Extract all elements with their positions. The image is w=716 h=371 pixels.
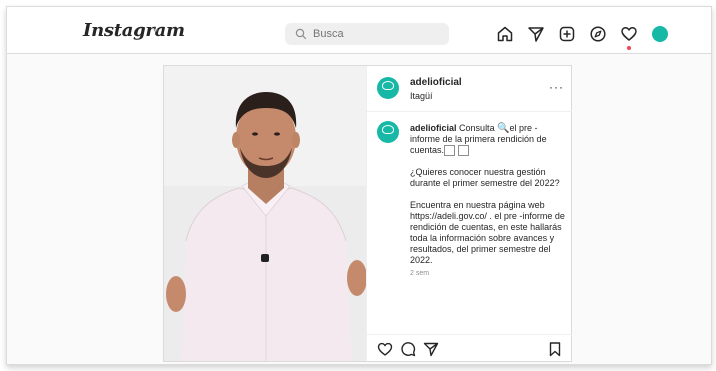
search-icon — [295, 28, 307, 40]
post-header: adelioficial Itagüí ··· — [367, 66, 572, 112]
author-avatar[interactable] — [377, 77, 399, 99]
more-options-icon[interactable]: ··· — [549, 80, 564, 94]
nav-icons — [494, 23, 680, 50]
home-icon[interactable] — [494, 23, 516, 45]
post-time-ago[interactable]: 2 sem — [410, 270, 429, 277]
missing-glyph-box — [457, 145, 469, 157]
post-sidebar: adelioficial Itagüí ··· adelioficial Con… — [366, 66, 572, 361]
profile-avatar[interactable] — [649, 23, 671, 45]
magnifier-icon: 🔍 — [497, 123, 510, 134]
comment-icon[interactable] — [400, 341, 416, 357]
avatar-logo-mark — [382, 81, 394, 90]
top-navigation-bar: Instagram ⌄ — [7, 7, 711, 54]
video-frame-illustration — [164, 66, 366, 361]
post-caption: adelioficial Consulta 🔍el pre - informe … — [410, 123, 568, 266]
caption-author-avatar[interactable] — [377, 121, 399, 143]
post-modal: adelioficial Itagüí ··· adelioficial Con… — [163, 65, 572, 362]
missing-glyph-box — [444, 145, 456, 157]
account-switch-chevron-icon[interactable]: ⌄ — [151, 22, 160, 35]
instagram-logo[interactable]: Instagram — [83, 20, 185, 41]
author-username[interactable]: adelioficial — [410, 77, 462, 88]
explore-icon[interactable] — [587, 23, 609, 45]
share-icon[interactable] — [423, 341, 439, 357]
new-post-icon[interactable] — [556, 23, 578, 45]
activity-icon[interactable] — [618, 23, 640, 50]
save-icon[interactable] — [547, 341, 563, 357]
browser-frame: Instagram ⌄ Busca adelioficial Itagüí ··… — [6, 6, 712, 365]
avatar-logo-mark — [382, 125, 394, 134]
post-actions-bar — [367, 334, 572, 362]
caption-username[interactable]: adelioficial — [410, 123, 457, 133]
caption-paragraph-question: ¿Quieres conocer nuestra gestión durante… — [410, 167, 560, 189]
post-location[interactable]: Itagüí — [410, 91, 433, 101]
search-input[interactable] — [313, 28, 433, 40]
caption-paragraph-details: Encuentra en nuestra página web https://… — [410, 200, 565, 266]
avatar — [652, 26, 668, 42]
caption-text-start: Consulta — [459, 123, 495, 133]
notification-dot — [627, 46, 631, 50]
post-video[interactable] — [164, 66, 366, 361]
direct-icon[interactable] — [525, 23, 547, 45]
like-icon[interactable] — [377, 341, 393, 357]
search-box[interactable] — [285, 23, 449, 45]
